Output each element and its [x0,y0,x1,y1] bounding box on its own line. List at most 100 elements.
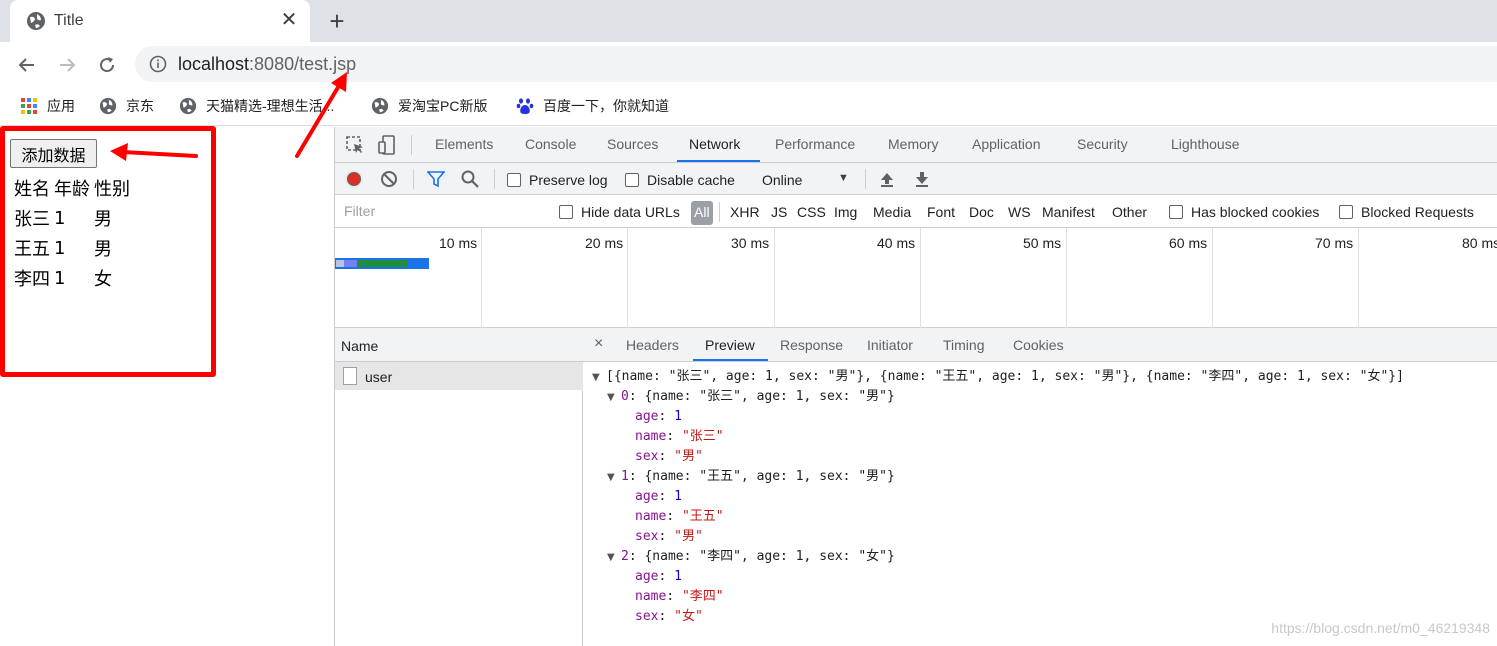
json-string-value: "女" [674,609,703,624]
timeline-label: 70 ms [1315,235,1354,251]
checkbox-box[interactable] [1169,205,1183,219]
tab-elements[interactable]: Elements [435,136,493,152]
json-prop-line: age: 1 [635,569,682,584]
filter-type-doc[interactable]: Doc [969,204,994,220]
json-item-line[interactable]: ▼ 0: {name: "张三", age: 1, sex: "男"} [607,387,895,407]
tab-preview[interactable]: Preview [705,337,755,353]
url-text: localhost:8080/test.jsp [178,54,356,75]
timeline-label: 20 ms [585,235,624,251]
back-button[interactable] [12,50,42,80]
filter-type-font[interactable]: Font [927,204,955,220]
hide-data-urls-checkbox[interactable]: Hide data URLs [559,204,680,220]
disable-cache-checkbox[interactable]: Disable cache [625,172,735,188]
tab-application[interactable]: Application [972,136,1041,152]
json-item-summary: {name: "王五", age: 1, sex: "男"} [644,469,895,484]
filter-funnel-icon[interactable] [427,170,445,188]
table-row: 张三 1 男 [12,203,132,233]
waterfall-segment [357,260,407,267]
request-list-header[interactable]: Name [335,328,583,362]
globe-icon [99,97,117,115]
filter-type-all[interactable]: All [691,201,713,225]
column-header-name: 姓名 [14,179,50,200]
url-path: :8080/test.jsp [249,54,357,74]
browser-tab[interactable]: Title ✕ [10,0,310,42]
bookmark-apps[interactable]: 应用 [20,96,75,118]
bookmark-baidu[interactable]: 百度一下，你就知道 [516,96,669,118]
forward-button[interactable] [52,50,82,80]
checkbox-box[interactable] [559,205,573,219]
checkbox-label: Blocked Requests [1361,204,1474,220]
chevron-down-icon[interactable]: ▼ [838,172,849,184]
tab-console[interactable]: Console [525,136,576,152]
bookmark-taobao[interactable]: 爱淘宝PC新版 [371,96,487,118]
filter-type-xhr[interactable]: XHR [730,204,760,220]
bookmark-tmall[interactable]: 天猫精选-理想生活... [179,96,334,118]
cell-name: 李四 [14,269,50,290]
bookmark-label: 京东 [126,98,154,114]
network-toolbar: Preserve log Disable cache Online ▼ [335,163,1497,195]
expand-triangle-icon[interactable]: ▼ [607,548,621,568]
json-root-summary: [{name: "张三", age: 1, sex: "男"}, {name: … [606,369,1404,384]
tab-network[interactable]: Network [689,136,740,152]
filter-type-manifest[interactable]: Manifest [1042,204,1095,220]
tab-timing[interactable]: Timing [943,337,985,353]
expand-triangle-icon[interactable]: ▼ [607,388,621,408]
tab-lighthouse[interactable]: Lighthouse [1171,136,1240,152]
inspect-element-icon[interactable] [345,135,365,155]
devtools-panel: Elements Console Sources Network Perform… [334,127,1497,646]
search-icon[interactable] [461,170,479,188]
preserve-log-checkbox[interactable]: Preserve log [507,172,608,188]
tab-memory[interactable]: Memory [888,136,939,152]
info-icon[interactable] [149,55,167,73]
reload-button[interactable] [92,50,122,80]
bookmark-label: 天猫精选-理想生活... [206,98,335,114]
bookmark-jd[interactable]: 京东 [99,96,154,118]
json-prop-line: sex: "男" [635,529,703,544]
expand-triangle-icon[interactable]: ▼ [592,368,606,388]
throttling-select[interactable]: Online [762,172,802,188]
filter-type-css[interactable]: CSS [797,204,826,220]
arrow-right-icon [60,58,76,72]
checkbox-label: Has blocked cookies [1191,204,1320,220]
clear-icon[interactable] [380,170,398,188]
request-detail-pane: × Headers Preview Response Initiator Tim… [583,328,1497,646]
tab-response[interactable]: Response [780,337,843,353]
filter-input[interactable]: Filter [339,199,543,223]
filter-type-ws[interactable]: WS [1008,204,1031,220]
tab-cookies[interactable]: Cookies [1013,337,1064,353]
filter-type-media[interactable]: Media [873,204,911,220]
filter-type-other[interactable]: Other [1112,204,1147,220]
json-item-line[interactable]: ▼ 1: {name: "王五", age: 1, sex: "男"} [607,467,895,487]
close-icon[interactable]: × [594,335,603,353]
close-tab-icon[interactable]: ✕ [278,9,300,31]
filter-type-js[interactable]: JS [771,204,787,220]
tab-headers[interactable]: Headers [626,337,679,353]
address-bar[interactable]: localhost:8080/test.jsp [135,46,1497,82]
tab-title: Title [54,12,84,29]
tab-performance[interactable]: Performance [775,136,855,152]
new-tab-button[interactable]: + [323,7,351,35]
has-blocked-cookies-checkbox[interactable]: Has blocked cookies [1169,204,1319,220]
json-prop-line: sex: "女" [635,609,703,624]
device-toolbar-icon[interactable] [377,135,397,155]
page-content: 添加数据 姓名 年龄 性别 张三 1 男 王五 1 男 李四 1 女 [0,126,334,646]
expand-triangle-icon[interactable]: ▼ [607,468,621,488]
json-item-line[interactable]: ▼ 2: {name: "李四", age: 1, sex: "女"} [607,547,895,567]
add-data-button[interactable]: 添加数据 [10,139,97,168]
checkbox-box[interactable] [1339,205,1353,219]
filter-type-img[interactable]: Img [834,204,857,220]
checkbox-box[interactable] [625,173,639,187]
checkbox-box[interactable] [507,173,521,187]
tab-security[interactable]: Security [1077,136,1128,152]
cell-age: 1 [54,207,66,229]
tab-sources[interactable]: Sources [607,136,658,152]
json-root-line[interactable]: ▼ [{name: "张三", age: 1, sex: "男"}, {name:… [592,367,1404,387]
import-har-icon[interactable] [878,170,896,188]
export-har-icon[interactable] [913,170,931,188]
record-button[interactable] [345,170,363,188]
json-number-value: 1 [674,569,682,584]
network-overview-timeline[interactable]: 10 ms 20 ms 30 ms 40 ms 50 ms 60 ms 70 m… [335,228,1497,328]
request-row[interactable]: user [335,362,583,390]
blocked-requests-checkbox[interactable]: Blocked Requests [1339,204,1474,220]
tab-initiator[interactable]: Initiator [867,337,913,353]
